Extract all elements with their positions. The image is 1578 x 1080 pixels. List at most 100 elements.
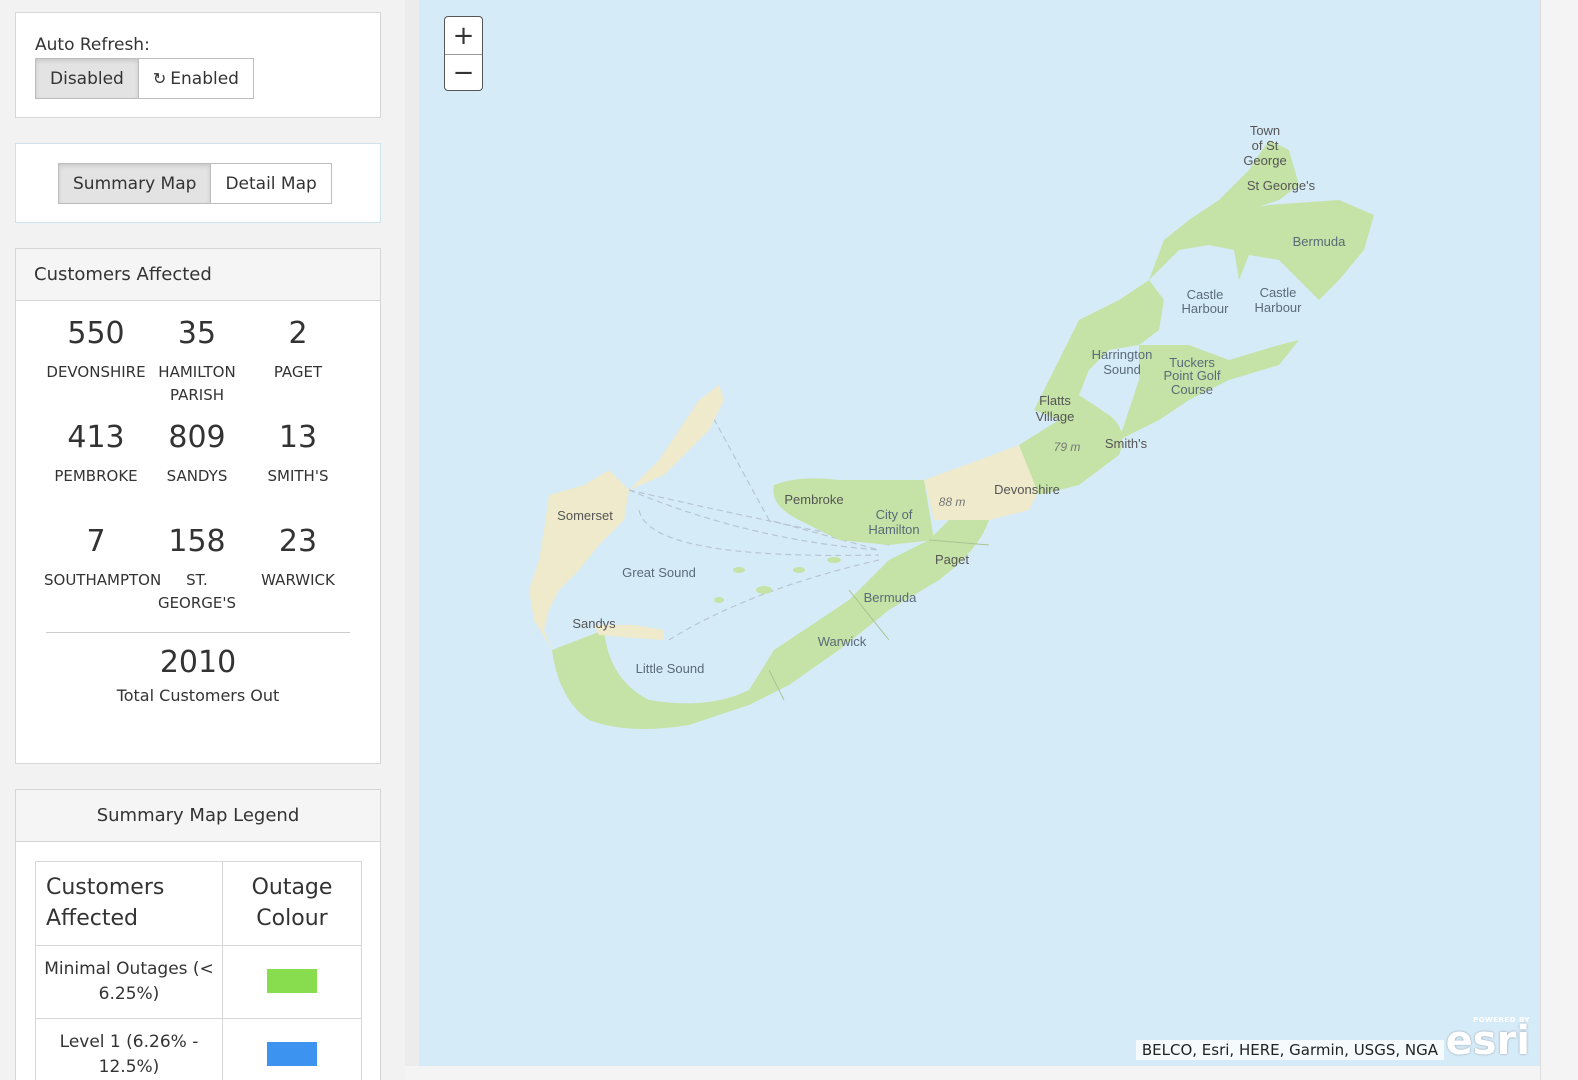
label-great-sound: Great Sound bbox=[622, 565, 696, 580]
summary-map-button[interactable]: Summary Map bbox=[59, 164, 211, 203]
auto-refresh-disabled-button[interactable]: Disabled bbox=[36, 59, 138, 98]
small-island bbox=[827, 557, 841, 563]
label-harrington-sound: Sound bbox=[1103, 362, 1141, 377]
legend-col-customers: Customers Affected bbox=[35, 861, 223, 946]
label-sandys: Sandys bbox=[572, 616, 616, 631]
label-somerset: Somerset bbox=[557, 508, 613, 523]
scrollbar-track[interactable] bbox=[1540, 0, 1578, 1080]
label-elevation: 88 m bbox=[939, 495, 966, 509]
refresh-icon: ↻ bbox=[152, 69, 167, 88]
total-count: 2010 bbox=[159, 645, 237, 680]
legend-row-label: Level 1 (6.26% - 12.5%) bbox=[35, 1018, 223, 1080]
sidebar: Auto Refresh: Disabled ↻ Enabled Summary… bbox=[0, 0, 405, 1080]
label-smiths: Smith's bbox=[1105, 436, 1148, 451]
label-little-sound: Little Sound bbox=[636, 661, 705, 676]
legend-row-label: Minimal Outages (< 6.25%) bbox=[35, 945, 223, 1019]
parish-count: 158 bbox=[168, 524, 226, 559]
label-town-st-george: of St bbox=[1252, 138, 1279, 153]
legend-swatch-cell bbox=[222, 945, 362, 1019]
parish-count: 35 bbox=[177, 316, 217, 351]
parish-name: SMITH'S bbox=[267, 467, 329, 485]
total-customers-out: 2010 Total Customers Out bbox=[16, 645, 380, 705]
parish-count: 2 bbox=[288, 316, 308, 351]
customers-affected-title: Customers Affected bbox=[16, 249, 380, 301]
parish-stat: 13 SMITH'S bbox=[246, 423, 350, 488]
bottom-gutter bbox=[405, 1066, 1540, 1080]
parish-count: 550 bbox=[67, 316, 125, 351]
total-label: Total Customers Out bbox=[116, 686, 280, 705]
auto-refresh-panel: Auto Refresh: Disabled ↻ Enabled bbox=[15, 12, 381, 118]
parish-stat: 413 PEMBROKE bbox=[44, 423, 148, 488]
parish-stat: 35 HAMILTON PARISH bbox=[145, 319, 249, 406]
esri-logo: POWERED BY esri bbox=[1446, 1016, 1530, 1064]
legend-title: Summary Map Legend bbox=[16, 790, 380, 842]
label-city-of-hamilton: City of bbox=[876, 507, 913, 522]
map-type-panel: Summary Map Detail Map bbox=[15, 143, 381, 223]
parish-stat: 2 PAGET bbox=[246, 319, 350, 384]
parish-count: 413 bbox=[67, 420, 125, 455]
small-island bbox=[714, 597, 724, 603]
small-island bbox=[756, 586, 772, 594]
auto-refresh-label: Auto Refresh: bbox=[35, 35, 150, 55]
legend-table: Customers Affected Outage Colour Minimal… bbox=[35, 861, 362, 1080]
zoom-in-button[interactable]: + bbox=[445, 17, 482, 54]
label-paget: Paget bbox=[935, 552, 969, 567]
label-devonshire: Devonshire bbox=[994, 482, 1060, 497]
label-pembroke: Pembroke bbox=[784, 492, 843, 507]
label-castle-harbour: Harbour bbox=[1182, 301, 1230, 316]
parish-stat: 550 DEVONSHIRE bbox=[44, 319, 148, 384]
parish-name: HAMILTON PARISH bbox=[158, 363, 236, 404]
island-land bbox=[529, 140, 1374, 729]
parish-count: 7 bbox=[86, 524, 106, 559]
parish-count: 809 bbox=[168, 420, 226, 455]
parish-name: SANDYS bbox=[166, 467, 228, 485]
small-island bbox=[793, 567, 805, 573]
auto-refresh-toggle: Disabled ↻ Enabled bbox=[35, 58, 254, 99]
parish-name: DEVONSHIRE bbox=[46, 363, 146, 381]
parish-stat: 158 ST. GEORGE'S bbox=[145, 527, 249, 614]
auto-refresh-enabled-button[interactable]: ↻ Enabled bbox=[137, 59, 253, 98]
divider bbox=[46, 632, 350, 633]
legend-swatch-cell bbox=[222, 1018, 362, 1080]
customers-affected-panel: Customers Affected 550 DEVONSHIRE 35 HAM… bbox=[15, 248, 381, 764]
parish-count: 23 bbox=[278, 524, 318, 559]
parish-name: ST. GEORGE'S bbox=[157, 571, 237, 612]
parish-southampton-warwick bbox=[552, 520, 989, 729]
detail-map-button[interactable]: Detail Map bbox=[210, 164, 331, 203]
parish-stat: 809 SANDYS bbox=[145, 423, 249, 488]
label-bermuda-mid: Bermuda bbox=[864, 590, 918, 605]
label-tuckers-point: Course bbox=[1171, 382, 1213, 397]
parish-name: PEMBROKE bbox=[54, 467, 138, 485]
map-type-toggle: Summary Map Detail Map bbox=[58, 163, 332, 204]
parish-name: PAGET bbox=[273, 363, 323, 381]
parish-count: 13 bbox=[278, 420, 318, 455]
label-warwick: Warwick bbox=[818, 634, 867, 649]
label-harrington-sound: Harrington bbox=[1092, 347, 1153, 362]
parish-stat: 23 WARWICK bbox=[246, 527, 350, 592]
map-canvas[interactable]: Town of St George St George's Bermuda Ca… bbox=[419, 0, 1540, 1066]
label-bermuda-ne: Bermuda bbox=[1293, 234, 1347, 249]
label-castle-harbour: Castle bbox=[1187, 287, 1224, 302]
map-view[interactable]: Town of St George St George's Bermuda Ca… bbox=[419, 0, 1540, 1066]
label-city-of-hamilton: Hamilton bbox=[868, 522, 919, 537]
label-castle-harbour: Harbour bbox=[1255, 300, 1303, 315]
small-island bbox=[733, 567, 745, 573]
zoom-out-button[interactable]: − bbox=[445, 54, 482, 90]
parish-name: SOUTHAMPTON bbox=[44, 571, 162, 589]
legend-col-colour: Outage Colour bbox=[222, 861, 362, 946]
parish-sandys-north bbox=[629, 385, 724, 490]
label-flatts-village: Village bbox=[1036, 409, 1075, 424]
legend-header-row: Customers Affected Outage Colour bbox=[35, 861, 362, 946]
label-elevation: 79 m bbox=[1054, 440, 1081, 454]
legend-row: Minimal Outages (< 6.25%) bbox=[35, 945, 362, 1019]
legend-swatch-level-1 bbox=[267, 1042, 317, 1067]
map-attribution: BELCO, Esri, HERE, Garmin, USGS, NGA bbox=[1135, 1040, 1444, 1060]
parish-name: WARWICK bbox=[261, 571, 335, 589]
esri-brand: esri bbox=[1445, 1018, 1530, 1064]
label-tuckers-point: Point Golf bbox=[1163, 368, 1220, 383]
legend-swatch-minimal bbox=[267, 969, 317, 994]
label-st-georges: St George's bbox=[1247, 178, 1316, 193]
label-town-st-george: George bbox=[1243, 153, 1286, 168]
label-flatts-village: Flatts bbox=[1039, 393, 1071, 408]
legend-panel: Summary Map Legend Customers Affected Ou… bbox=[15, 789, 381, 1080]
